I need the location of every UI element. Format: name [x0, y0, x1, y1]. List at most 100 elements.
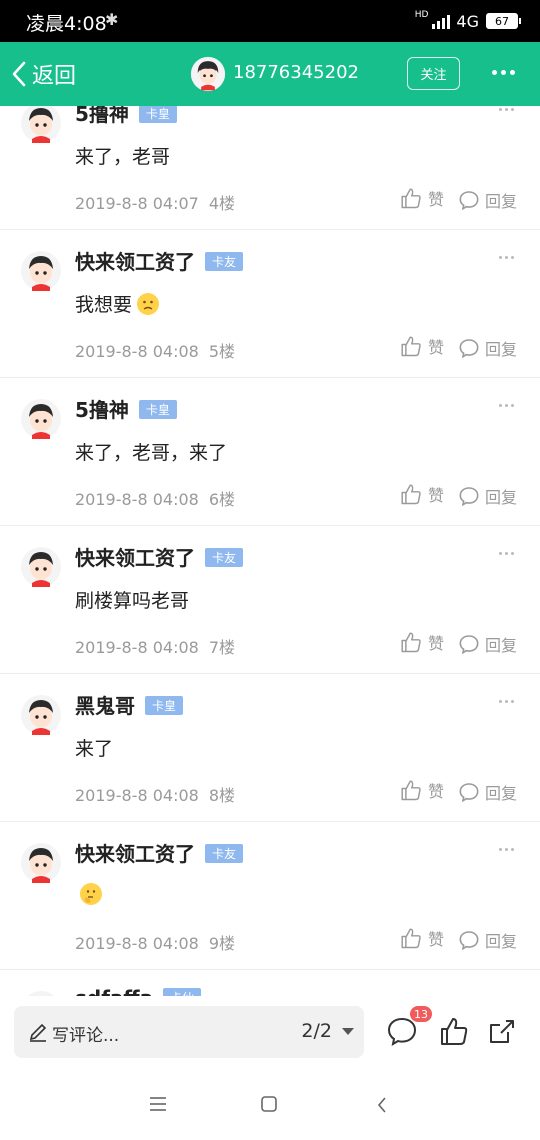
author-name: 黑鬼哥: [75, 694, 135, 718]
avatar[interactable]: [20, 842, 62, 884]
thumbs-up-icon: [401, 780, 421, 801]
avatar[interactable]: [20, 398, 62, 440]
more-options-icon[interactable]: [499, 848, 514, 851]
menu-icon[interactable]: [150, 1096, 166, 1112]
comment-meta: 2019-8-8 04:08 9楼: [75, 930, 235, 954]
like-button[interactable]: 赞: [400, 334, 444, 358]
comment-text: 来了，老哥，来了: [75, 442, 228, 464]
user-level-badge: 卡友: [205, 252, 244, 271]
thumbs-up-icon: [401, 336, 421, 357]
comment-icon: [459, 931, 479, 950]
floor-number: 9楼: [208, 934, 236, 953]
thinking-face-emoji: [80, 883, 102, 905]
avatar[interactable]: [20, 250, 62, 292]
system-nav-bar: [0, 1068, 540, 1140]
floor-number: 8楼: [208, 786, 236, 805]
like-button[interactable]: 赞: [400, 630, 444, 654]
comment-item[interactable]: 快来领工资了 卡友 2019-8-8 04:08 9楼 赞 回复: [0, 822, 540, 970]
reply-button[interactable]: 回复: [458, 928, 517, 952]
pencil-icon: [29, 1023, 47, 1042]
thumbs-up-icon: [401, 632, 421, 653]
comment-date: 2019-8-8 04:08: [75, 934, 199, 953]
like-label: 赞: [428, 190, 445, 209]
more-options-icon[interactable]: [499, 552, 514, 555]
avatar[interactable]: [20, 106, 62, 144]
like-button[interactable]: 赞: [400, 186, 444, 210]
comment-text: 来了: [75, 738, 114, 760]
comment-date: 2019-8-8 04:08: [75, 786, 199, 805]
avatar[interactable]: [190, 56, 226, 92]
comment-item[interactable]: 快来领工资了 卡友我想要 2019-8-8 04:08 5楼 赞 回复: [0, 230, 540, 378]
comment-text: 我想要: [75, 294, 133, 316]
reply-button[interactable]: 回复: [458, 780, 517, 804]
author-name: 快来领工资了: [75, 250, 195, 274]
status-indicators: HD 4G 67: [415, 10, 521, 32]
comment-meta: 2019-8-8 04:07 4楼: [75, 190, 235, 214]
page-indicator[interactable]: 2/2: [301, 1020, 332, 1042]
comment-body: 来了，老哥，来了: [75, 438, 227, 465]
like-button[interactable]: 赞: [400, 778, 444, 802]
reply-button[interactable]: 回复: [458, 632, 517, 656]
more-options-icon[interactable]: [492, 70, 515, 75]
more-options-icon[interactable]: [499, 404, 514, 407]
home-icon[interactable]: [261, 1096, 277, 1112]
comment-body: 我想要: [75, 290, 160, 317]
reply-label: 回复: [485, 784, 518, 803]
comment-meta: 2019-8-8 04:08 5楼: [75, 338, 235, 362]
thumbs-up-icon[interactable]: [440, 1016, 468, 1046]
comment-icon: [459, 339, 479, 358]
more-options-icon[interactable]: [499, 700, 514, 703]
comment-author[interactable]: 快来领工资了 卡友: [75, 542, 244, 571]
comment-body: [75, 882, 103, 906]
comment-feed[interactable]: 5撸神 卡皇 来了，老哥 2019-8-8 04:07 4楼赞回复 快来领工资了 卡友 我想要…: [0, 106, 540, 996]
comment-item[interactable]: 5撸神 卡皇 来了，老哥，来了 2019-8-8 04:08 6楼 赞 回复: [0, 378, 540, 526]
back-button[interactable]: 返回: [10, 56, 76, 92]
comment-author[interactable]: 5撸神 卡皇: [75, 394, 177, 423]
comment-body: 来了: [75, 734, 113, 761]
status-bar: 凌晨4:08 ✱ HD 4G 67: [0, 0, 540, 42]
reply-button[interactable]: 回复: [458, 484, 517, 508]
chevron-left-icon: [12, 61, 26, 87]
signal-icon: [432, 13, 451, 29]
comment-author[interactable]: 5撸神 卡皇: [75, 106, 177, 127]
comment-count-badge: 13: [410, 1006, 432, 1022]
comment-item[interactable]: sdfaffa 卡仙: [0, 970, 540, 996]
avatar[interactable]: [20, 694, 62, 736]
page-title: 18776345202: [233, 62, 359, 83]
like-button[interactable]: 赞: [400, 482, 444, 506]
like-label: 赞: [428, 486, 445, 505]
more-options-icon[interactable]: [499, 256, 514, 259]
comment-item[interactable]: 快来领工资了 卡友 刷楼算吗老哥 2019-8-8 04:08 7楼 赞 回复: [0, 526, 540, 674]
share-icon[interactable]: [488, 1016, 516, 1046]
comment-author[interactable]: sdfaffa 卡仙: [75, 986, 202, 996]
write-comment-input[interactable]: 写评论... 2/2: [14, 1006, 364, 1058]
reply-button[interactable]: 回复: [458, 188, 517, 212]
comment-author[interactable]: 快来领工资了 卡友: [75, 246, 244, 275]
reply-button[interactable]: 回复: [458, 336, 517, 360]
more-options-icon[interactable]: [499, 108, 514, 111]
worried-face-emoji: [137, 292, 160, 315]
comment-date: 2019-8-8 04:08: [75, 490, 199, 509]
thumbs-up-icon: [401, 188, 421, 209]
comment-body: 来了，老哥: [75, 142, 170, 169]
thumbs-up-icon: [401, 928, 421, 949]
battery-icon: 67: [486, 13, 521, 29]
follow-button[interactable]: 关注: [407, 57, 460, 90]
battery-level: 67: [495, 14, 509, 28]
reply-label: 回复: [485, 932, 518, 951]
comment-date: 2019-8-8 04:07: [75, 194, 199, 213]
top-nav-bar: 返回 18776345202 关注: [0, 42, 540, 106]
like-label: 赞: [428, 782, 445, 801]
like-button[interactable]: 赞: [400, 926, 444, 950]
comment-item[interactable]: 5撸神 卡皇来了，老哥 2019-8-8 04:07 4楼 赞 回复: [0, 106, 540, 230]
back-icon[interactable]: [376, 1096, 388, 1114]
network-type: 4G: [456, 11, 479, 31]
avatar[interactable]: [20, 546, 62, 588]
comment-item[interactable]: 黑鬼哥 卡皇来了 2019-8-8 04:08 8楼 赞 回复: [0, 674, 540, 822]
bluetooth-icon: ✱: [105, 10, 119, 29]
caret-down-icon[interactable]: [342, 1028, 354, 1035]
comment-author[interactable]: 快来领工资了 卡友: [75, 838, 244, 867]
comment-meta: 2019-8-8 04:08 7楼: [75, 634, 235, 658]
comment-author[interactable]: 黑鬼哥 卡皇: [75, 690, 184, 719]
user-level-badge: 卡皇: [138, 106, 177, 123]
